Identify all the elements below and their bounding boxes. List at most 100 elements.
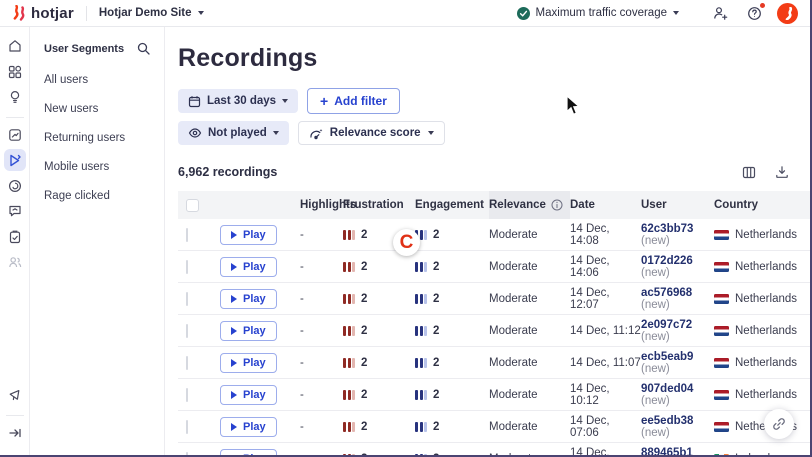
table-row[interactable]: Play - 2 2 Moderate 14 Dec, 14:06 0172d2… <box>178 251 810 283</box>
frustration-cell: 2 <box>343 421 415 433</box>
search-icon[interactable] <box>137 42 150 55</box>
engagement-zones-icon[interactable] <box>4 175 26 197</box>
frustration-bars <box>343 390 355 400</box>
row-checkbox[interactable] <box>186 452 188 457</box>
play-button[interactable]: Play <box>220 385 277 405</box>
table-row[interactable]: Play - 2 2 Moderate 14 Dec, 07:06 ee5edb… <box>178 411 810 443</box>
country-flag <box>714 294 729 304</box>
frustration-cell: 2 <box>343 261 415 273</box>
dashboards-icon[interactable] <box>4 61 26 83</box>
user-link[interactable]: ecb5eab9 <box>641 351 693 363</box>
share-link-button[interactable] <box>764 409 794 439</box>
home-icon[interactable] <box>4 35 26 57</box>
row-checkbox[interactable] <box>186 356 188 370</box>
date-range-filter[interactable]: Last 30 days <box>178 89 298 113</box>
play-button[interactable]: Play <box>220 321 277 341</box>
column-picker-icon[interactable] <box>739 162 759 182</box>
page-title: Recordings <box>178 44 810 73</box>
table-row[interactable]: Play - 2 2 Moderate 14 Dec, 14:08 62c3bb… <box>178 219 810 251</box>
table-header: Highlights Frustration Engagement Releva… <box>178 191 810 219</box>
recordings-table: Highlights Frustration Engagement Releva… <box>178 191 810 457</box>
user-link[interactable]: ee5edb38 <box>641 415 693 427</box>
played-state-filter[interactable]: Not played <box>178 121 289 145</box>
sort-by-dropdown[interactable]: Relevance score <box>298 121 445 145</box>
trends-icon[interactable] <box>4 124 26 146</box>
row-checkbox[interactable] <box>186 388 188 402</box>
header-country[interactable]: Country <box>714 191 810 219</box>
play-button[interactable]: Play <box>220 417 277 437</box>
country-cell: Netherlands <box>714 261 810 273</box>
user-link[interactable]: 0172d226 <box>641 255 693 267</box>
date-cell: 14 Dec, 14:08 <box>570 223 641 247</box>
sidebar-segment-item[interactable]: Returning users <box>30 123 164 152</box>
header-highlights[interactable]: Highlights <box>300 191 343 219</box>
sidebar-segment-item[interactable]: All users <box>30 65 164 94</box>
header-engagement[interactable]: Engagement <box>415 191 489 219</box>
user-new-tag: (new) <box>641 299 670 311</box>
frustration-bars <box>343 422 355 432</box>
country-cell: Netherlands <box>714 229 810 241</box>
rail-divider <box>6 415 24 416</box>
row-checkbox[interactable] <box>186 420 188 434</box>
play-icon <box>231 391 237 399</box>
table-row[interactable]: Play - 2 2 Moderate 14 Dec, 11:07 ecb5ea… <box>178 347 810 379</box>
table-row[interactable]: Play - 2 2 Moderate 14 Dec, 07:04 889465… <box>178 443 810 457</box>
play-button[interactable]: Play <box>220 353 277 373</box>
sidebar-segment-item[interactable]: Rage clicked <box>30 181 164 210</box>
header-relevance[interactable]: Relevance <box>489 191 570 219</box>
user-link[interactable]: 2e097c72 <box>641 319 692 331</box>
play-icon <box>231 423 237 431</box>
invite-user-button[interactable] <box>709 2 731 24</box>
chevron-down-icon <box>673 11 679 15</box>
header-date[interactable]: Date <box>570 191 641 219</box>
highlights-cell: - <box>300 389 343 401</box>
row-checkbox[interactable] <box>186 228 188 242</box>
country-cell: Netherlands <box>714 357 810 369</box>
info-icon[interactable] <box>551 199 563 211</box>
header-frustration[interactable]: Frustration <box>343 191 415 219</box>
play-button[interactable]: Play <box>220 257 277 277</box>
table-row[interactable]: Play - 2 2 Moderate 14 Dec, 10:12 907ded… <box>178 379 810 411</box>
play-icon <box>231 327 237 335</box>
recordings-icon[interactable] <box>4 149 26 171</box>
sidebar-segment-item[interactable]: New users <box>30 94 164 123</box>
add-filter-button[interactable]: + Add filter <box>307 88 400 114</box>
table-row[interactable]: Play - 2 2 Moderate 14 Dec, 12:07 ac5769… <box>178 283 810 315</box>
row-checkbox[interactable] <box>186 324 188 338</box>
select-all-checkbox[interactable] <box>186 199 199 212</box>
surveys-icon[interactable] <box>4 226 26 248</box>
help-button[interactable] <box>743 2 765 24</box>
interviews-icon[interactable] <box>4 251 26 273</box>
highlights-cell: - <box>300 261 343 273</box>
site-selector[interactable]: Hotjar Demo Site <box>99 7 204 19</box>
row-checkbox[interactable] <box>186 260 188 274</box>
download-icon[interactable] <box>772 162 792 182</box>
table-row[interactable]: Play - 2 2 Moderate 14 Dec, 11:12 2e097c… <box>178 315 810 347</box>
engagement-cell: 2 <box>415 357 489 369</box>
flame-icon <box>12 5 26 21</box>
country-cell: Netherlands <box>714 421 810 433</box>
header-user[interactable]: User <box>641 191 714 219</box>
avatar[interactable] <box>777 3 798 24</box>
insights-icon[interactable] <box>4 86 26 108</box>
user-link[interactable]: ac576968 <box>641 287 692 299</box>
date-cell: 14 Dec, 10:12 <box>570 383 641 407</box>
feedback-icon[interactable] <box>4 200 26 222</box>
play-button[interactable]: Play <box>220 225 277 245</box>
user-link[interactable]: 889465b1 <box>641 447 693 457</box>
relevance-gauge-icon <box>309 127 323 140</box>
user-link[interactable]: 62c3bb73 <box>641 223 693 235</box>
sidebar-segment-item[interactable]: Mobile users <box>30 152 164 181</box>
play-button[interactable]: Play <box>220 289 277 309</box>
user-link[interactable]: 907ded04 <box>641 383 693 395</box>
hotjar-logo[interactable]: hotjar <box>12 5 74 22</box>
whats-new-icon[interactable] <box>4 384 26 406</box>
play-button[interactable]: Play <box>220 449 277 457</box>
row-checkbox[interactable] <box>186 292 188 306</box>
engagement-bars <box>415 262 427 272</box>
expand-sidebar-icon[interactable] <box>4 422 26 444</box>
nav-rail <box>0 27 30 455</box>
engagement-cell: 2 <box>415 453 489 457</box>
notification-dot <box>760 3 765 8</box>
traffic-coverage-dropdown[interactable]: Maximum traffic coverage <box>517 7 679 20</box>
